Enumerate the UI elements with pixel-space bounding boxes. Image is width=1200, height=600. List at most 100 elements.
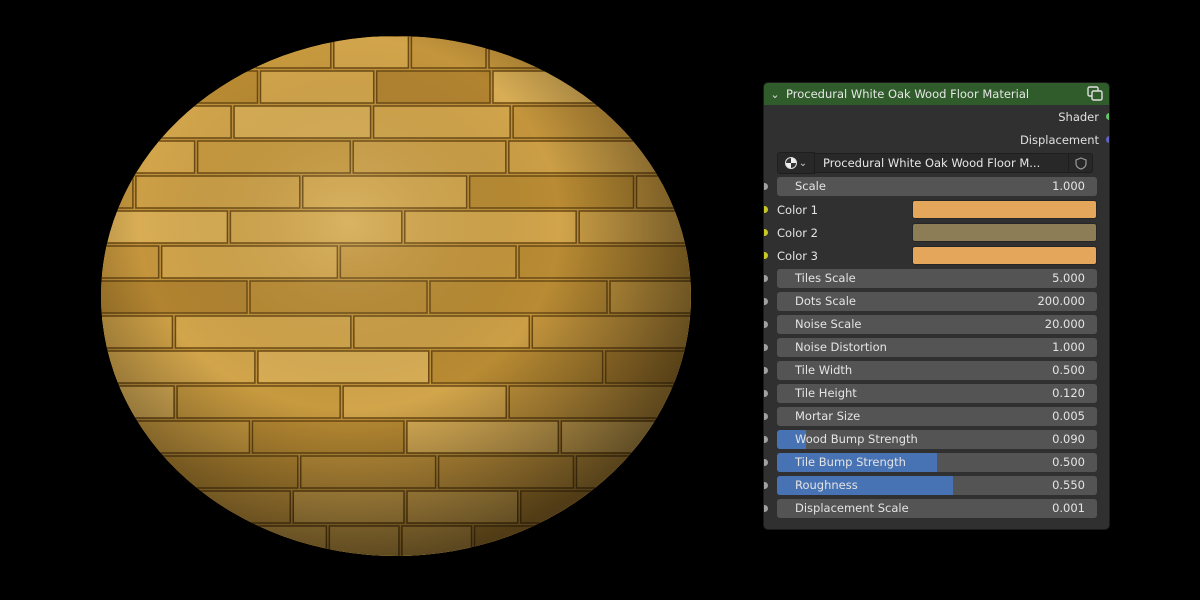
material-preview-sphere — [101, 36, 691, 556]
input-tile-bump-strength: Tile Bump Strength 0.500 — [764, 451, 1109, 474]
node-title: Procedural White Oak Wood Floor Material — [786, 87, 1030, 101]
noise-scale-label: Noise Scale — [795, 317, 862, 331]
displacement-output-socket[interactable] — [1106, 136, 1109, 143]
roughness-socket[interactable] — [764, 482, 768, 489]
node-group-icon[interactable] — [1087, 86, 1103, 101]
wood-plank — [674, 385, 691, 419]
tile-width-field[interactable]: Tile Width 0.500 — [777, 361, 1097, 380]
roughness-slider[interactable]: Roughness 0.550 — [777, 476, 1097, 495]
tiles-scale-socket[interactable] — [764, 275, 768, 282]
input-tiles-scale: Tiles Scale 5.000 — [764, 267, 1109, 290]
displacement-scale-label: Displacement Scale — [795, 501, 909, 515]
material-name-field[interactable]: Procedural White Oak Wood Floor M... — [815, 153, 1069, 173]
node-header[interactable]: ⌄ Procedural White Oak Wood Floor Materi… — [764, 83, 1109, 105]
wood-plank — [101, 525, 110, 556]
material-browse-button[interactable]: ⌄ — [777, 152, 815, 174]
dots-scale-field[interactable]: Dots Scale 200.000 — [777, 292, 1097, 311]
color-3-socket[interactable] — [764, 252, 768, 259]
input-noise-distortion: Noise Distortion 1.000 — [764, 336, 1109, 359]
tile-width-socket[interactable] — [764, 367, 768, 374]
input-mortar-size: Mortar Size 0.005 — [764, 405, 1109, 428]
color-2-socket[interactable] — [764, 229, 768, 236]
output-shader: Shader — [764, 105, 1109, 128]
color-3-swatch[interactable] — [912, 246, 1097, 265]
displacement-scale-value: 0.001 — [1052, 501, 1085, 515]
noise-scale-field[interactable]: Noise Scale 20.000 — [777, 315, 1097, 334]
noise-scale-socket[interactable] — [764, 321, 768, 328]
color-2-label: Color 2 — [777, 225, 818, 240]
input-wood-bump-strength: Wood Bump Strength 0.090 — [764, 428, 1109, 451]
tiles-scale-field[interactable]: Tiles Scale 5.000 — [777, 269, 1097, 288]
color-2-swatch[interactable] — [912, 223, 1097, 242]
wood-plank — [618, 525, 691, 556]
input-tile-height: Tile Height 0.120 — [764, 382, 1109, 405]
material-selector: ⌄ Procedural White Oak Wood Floor M... — [764, 151, 1109, 175]
roughness-value: 0.550 — [1052, 478, 1085, 492]
noise-distortion-socket[interactable] — [764, 344, 768, 351]
color-3-label: Color 3 — [777, 248, 818, 263]
tile-height-value: 0.120 — [1052, 386, 1085, 400]
mortar-size-label: Mortar Size — [795, 409, 861, 423]
scale-field[interactable]: Scale 1.000 — [777, 177, 1097, 196]
wood-plank — [101, 70, 142, 104]
color-1-label: Color 1 — [777, 202, 818, 217]
wood-plank — [101, 36, 177, 69]
displacement-scale-socket[interactable] — [764, 505, 768, 512]
tile-width-label: Tile Width — [795, 363, 853, 377]
output-label: Displacement — [1019, 132, 1099, 147]
scale-socket[interactable] — [764, 183, 768, 190]
color-1-swatch[interactable] — [912, 200, 1097, 219]
scale-value: 1.000 — [1052, 179, 1085, 193]
material-node[interactable]: ⌄ Procedural White Oak Wood Floor Materi… — [764, 83, 1109, 529]
wood-plank — [101, 490, 178, 524]
noise-distortion-label: Noise Distortion — [795, 340, 887, 354]
tile-height-field[interactable]: Tile Height 0.120 — [777, 384, 1097, 403]
fake-user-button[interactable] — [1069, 153, 1093, 173]
noise-distortion-field[interactable]: Noise Distortion 1.000 — [777, 338, 1097, 357]
wood-plank — [183, 525, 255, 556]
wood-bump-strength-slider[interactable]: Wood Bump Strength 0.090 — [777, 430, 1097, 449]
tile-bump-strength-socket[interactable] — [764, 459, 768, 466]
tile-bump-strength-label: Tile Bump Strength — [795, 455, 906, 469]
noise-scale-value: 20.000 — [1044, 317, 1085, 331]
input-scale: Scale 1.000 — [764, 175, 1109, 198]
input-tile-width: Tile Width 0.500 — [764, 359, 1109, 382]
material-sphere-icon — [784, 157, 797, 169]
tile-bump-strength-slider[interactable]: Tile Bump Strength 0.500 — [777, 453, 1097, 472]
noise-distortion-value: 1.000 — [1052, 340, 1085, 354]
shield-icon — [1074, 156, 1087, 170]
tile-height-label: Tile Height — [795, 386, 857, 400]
output-label: Shader — [1058, 109, 1099, 124]
color-1-socket[interactable] — [764, 206, 768, 213]
mortar-size-socket[interactable] — [764, 413, 768, 420]
mortar-size-field[interactable]: Mortar Size 0.005 — [777, 407, 1097, 426]
output-displacement: Displacement — [764, 128, 1109, 151]
wood-plank — [101, 455, 161, 489]
wood-bump-strength-value: 0.090 — [1052, 432, 1085, 446]
wood-plank — [565, 36, 642, 69]
displacement-scale-field[interactable]: Displacement Scale 0.001 — [777, 499, 1097, 518]
chevron-down-icon[interactable]: ⌄ — [764, 88, 786, 101]
wood-plank — [546, 525, 618, 556]
tile-width-value: 0.500 — [1052, 363, 1085, 377]
wood-plank — [608, 70, 691, 104]
input-color-3: Color 3 — [764, 244, 1109, 267]
wood-plank — [633, 490, 691, 524]
input-color-1: Color 1 — [764, 198, 1109, 221]
shader-output-socket[interactable] — [1106, 113, 1109, 120]
wood-bump-strength-label: Wood Bump Strength — [795, 432, 918, 446]
chevron-down-icon: ⌄ — [798, 157, 808, 169]
tiles-scale-label: Tiles Scale — [795, 271, 856, 285]
tiles-scale-value: 5.000 — [1052, 271, 1085, 285]
dots-scale-label: Dots Scale — [795, 294, 856, 308]
input-noise-scale: Noise Scale 20.000 — [764, 313, 1109, 336]
input-color-2: Color 2 — [764, 221, 1109, 244]
tile-height-socket[interactable] — [764, 390, 768, 397]
input-roughness: Roughness 0.550 — [764, 474, 1109, 497]
wood-plank — [663, 140, 691, 174]
dots-scale-socket[interactable] — [764, 298, 768, 305]
input-dots-scale: Dots Scale 200.000 — [764, 290, 1109, 313]
wood-bump-strength-socket[interactable] — [764, 436, 768, 443]
tile-bump-strength-value: 0.500 — [1052, 455, 1085, 469]
wood-plank — [651, 105, 691, 139]
